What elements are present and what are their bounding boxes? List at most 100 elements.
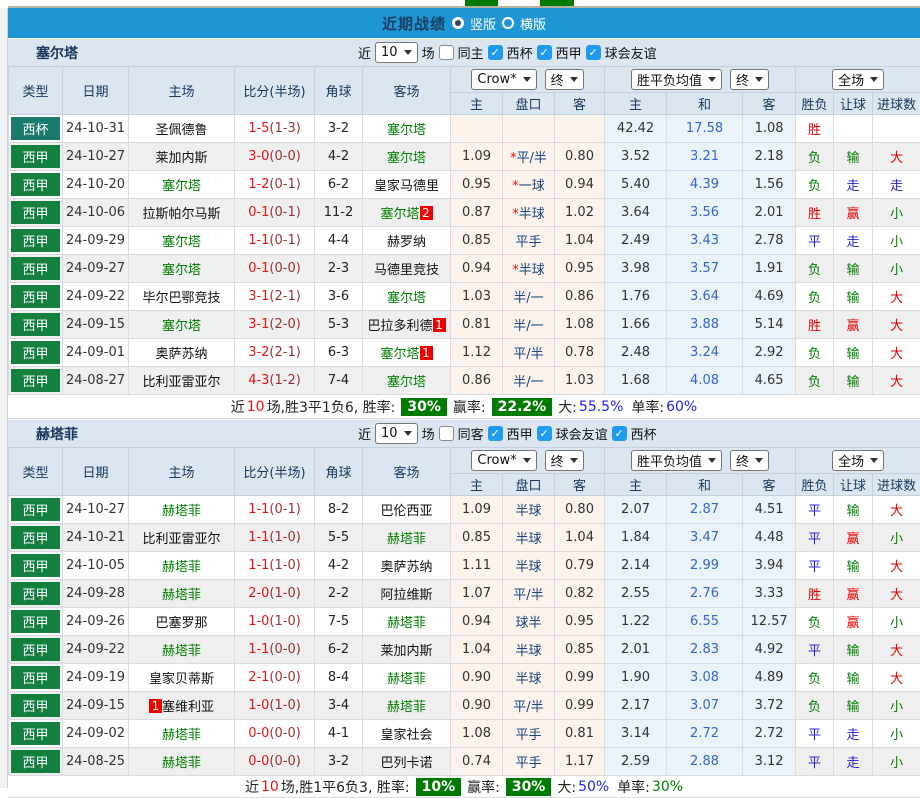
avg-draw-odds: 3.24 — [667, 339, 743, 367]
home-team-cell: 奥萨苏纳 — [129, 339, 235, 367]
result-outcome: 胜 — [796, 115, 834, 143]
full-time-score: 0-0 — [248, 754, 269, 769]
odds-time-select[interactable]: 终 — [545, 450, 584, 471]
league-checkbox[interactable] — [537, 426, 552, 441]
radio-horizontal-label[interactable]: 横版 — [520, 14, 546, 33]
corner-count: 8-2 — [315, 496, 363, 524]
avg-home-odds: 1.22 — [605, 608, 667, 636]
same-venue-checkbox[interactable] — [439, 426, 454, 441]
recent-count-select[interactable]: 10 — [375, 423, 418, 444]
avg-away-odds: 4.65 — [743, 367, 796, 395]
league-checkbox-label[interactable]: 西甲 — [507, 424, 533, 443]
away-team: 赫塔菲 — [387, 700, 426, 715]
full-time-score: 0-1 — [248, 261, 269, 276]
league-checkbox[interactable] — [586, 45, 601, 60]
league-badge: 西甲 — [11, 145, 60, 168]
handicap-line-cell: 平/半 — [503, 692, 555, 720]
avg-draw-odds: 3.47 — [667, 524, 743, 552]
scope-select[interactable]: 全场 — [832, 450, 884, 471]
col-score: 比分(半场) — [235, 448, 315, 496]
same-venue-label[interactable]: 同客 — [458, 424, 484, 443]
avg-away-odds: 2.72 — [743, 720, 796, 748]
home-team-cell: 巴塞罗那 — [129, 608, 235, 636]
recent-results-panel: 近期战绩 竖版 横版 塞尔塔 近10场同主西杯西甲球会友谊 类型 日期 主场 比… — [8, 0, 920, 788]
league-checkbox[interactable] — [488, 45, 503, 60]
section-summary: 近 10 场,胜3平1负6, 胜率: 30% 赢率: 22.2% 大: 55.5… — [8, 395, 920, 419]
full-time-score: 0-1 — [248, 205, 269, 220]
handicap-line-cell: 平/半 — [503, 339, 555, 367]
corner-count: 6-3 — [315, 339, 363, 367]
scope-select[interactable]: 全场 — [832, 69, 884, 90]
radio-vertical-label[interactable]: 竖版 — [470, 14, 496, 33]
avg-draw-odds: 2.76 — [667, 580, 743, 608]
full-time-score: 1-2 — [248, 177, 269, 192]
league-badge: 西甲 — [11, 369, 60, 392]
handicap-line: 平/半 — [513, 347, 543, 362]
full-time-score: 1-1 — [248, 530, 269, 545]
page-title: 近期战绩 — [382, 13, 446, 34]
away-team: 赫塔菲 — [387, 616, 426, 631]
single-label: 单率: — [631, 397, 664, 417]
result-handicap: 输 — [834, 636, 873, 664]
handicap-line: 平手 — [515, 235, 541, 250]
unit-label: 场 — [422, 424, 435, 443]
league-checkbox-label[interactable]: 西杯 — [507, 43, 533, 62]
avg-source-select[interactable]: 胜平负均值 — [631, 69, 722, 90]
home-team-cell: 毕尔巴鄂竞技 — [129, 283, 235, 311]
league-badge: 西甲 — [11, 582, 60, 605]
avg-time-select[interactable]: 终 — [730, 450, 769, 471]
odds-source-select[interactable]: Crow* — [471, 69, 536, 90]
away-team-cell: 塞尔塔2 — [363, 199, 451, 227]
match-row: 西甲 24-09-15 1塞维利亚 1-0(1-0) 3-4 赫塔菲 0.90 … — [9, 692, 920, 720]
full-time-score: 1-5 — [248, 121, 269, 136]
full-time-score: 2-0 — [248, 586, 269, 601]
odds-source-select[interactable]: Crow* — [471, 450, 536, 471]
same-venue-label[interactable]: 同主 — [458, 43, 484, 62]
avg-home-odds: 1.66 — [605, 311, 667, 339]
league-badge: 西甲 — [11, 341, 60, 364]
away-team-cell: 阿拉维斯 — [363, 580, 451, 608]
corner-count: 4-1 — [315, 720, 363, 748]
avg-source-select[interactable]: 胜平负均值 — [631, 450, 722, 471]
league-checkbox-label[interactable]: 西杯 — [631, 424, 657, 443]
chevron-down-icon — [523, 458, 531, 463]
col-date: 日期 — [63, 67, 129, 115]
odds-time-select[interactable]: 终 — [545, 69, 584, 90]
half-time-score: (1-3) — [269, 121, 300, 136]
result-goals: 小 — [873, 524, 920, 552]
league-badge: 西甲 — [11, 554, 60, 577]
avg-away-odds: 3.33 — [743, 580, 796, 608]
radio-vertical-icon[interactable] — [452, 17, 464, 29]
match-row: 西甲 24-10-06 拉斯帕尔马斯 0-1(0-1) 11-2 塞尔塔2 0.… — [9, 199, 920, 227]
handicap-line: 平/半 — [513, 700, 543, 715]
score-cell: 3-1(2-0) — [235, 311, 315, 339]
league-checkbox[interactable] — [612, 426, 627, 441]
home-team-cell: 塞尔塔 — [129, 311, 235, 339]
league-badge: 西杯 — [11, 117, 60, 140]
avg-home-odds: 3.52 — [605, 143, 667, 171]
avg-time-select[interactable]: 终 — [730, 69, 769, 90]
away-team: 塞尔塔 — [380, 347, 419, 362]
league-checkbox[interactable] — [488, 426, 503, 441]
summary-near: 近 — [245, 777, 259, 797]
league-badge: 西甲 — [11, 285, 60, 308]
away-team: 巴拉多利德 — [367, 319, 432, 334]
col-odds-away: 客 — [555, 474, 605, 496]
corner-count: 2-2 — [315, 580, 363, 608]
odds-home-value: 1.07 — [451, 580, 503, 608]
radio-horizontal-icon[interactable] — [502, 17, 514, 29]
recent-count-select[interactable]: 10 — [375, 42, 418, 63]
away-team: 莱加内斯 — [380, 644, 432, 659]
avg-home-odds: 2.17 — [605, 692, 667, 720]
league-checkbox-label[interactable]: 球会友谊 — [605, 43, 657, 62]
home-team: 塞尔塔 — [162, 263, 201, 278]
half-time-score: (0-0) — [269, 754, 300, 769]
score-cell: 0-0(0-0) — [235, 748, 315, 776]
league-badge: 西甲 — [11, 173, 60, 196]
league-checkbox-label[interactable]: 球会友谊 — [556, 424, 608, 443]
score-cell: 1-1(0-1) — [235, 227, 315, 255]
league-checkbox-label[interactable]: 西甲 — [556, 43, 582, 62]
same-venue-checkbox[interactable] — [439, 45, 454, 60]
avg-away-odds: 4.51 — [743, 496, 796, 524]
league-checkbox[interactable] — [537, 45, 552, 60]
